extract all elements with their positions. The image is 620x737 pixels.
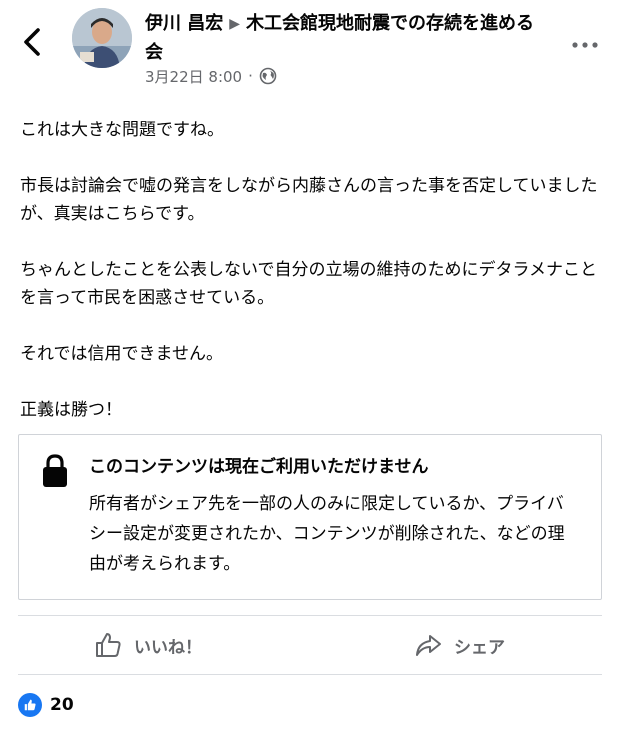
notice-title: このコンテンツは現在ご利用いただけません (89, 457, 429, 477)
unavailable-content-card: このコンテンツは現在ご利用いただけません 所有者がシェア先を一部の人のみに限定し… (18, 434, 602, 600)
post-paragraph: 正義は勝つ！ (20, 400, 122, 420)
reaction-summary[interactable]: 20 (18, 692, 74, 718)
share-button[interactable]: シェア (414, 616, 505, 674)
action-bar: いいね！ シェア (18, 616, 602, 674)
post-title: 伊川 昌宏 ▶ 木工会館現地耐震での存続を進める会 (145, 10, 545, 67)
post-paragraph: ちゃんとしたことを公表しないで自分の立場の維持のためにデタラメナことを言って市民… (20, 260, 597, 308)
post-header: 伊川 昌宏 ▶ 木工会館現地耐震での存続を進める会 3月22日 8:00 · (0, 0, 620, 96)
globe-icon (259, 67, 277, 85)
like-label: いいね！ (134, 637, 202, 658)
like-button[interactable]: いいね！ (94, 616, 202, 674)
like-reaction-icon (18, 693, 42, 717)
more-options-icon[interactable] (570, 36, 600, 48)
notice-body: 所有者がシェア先を一部の人のみに限定しているか、プライバシー設定が変更されたか、… (89, 494, 565, 574)
avatar[interactable] (72, 8, 132, 68)
thumbs-up-icon (96, 633, 121, 657)
lock-icon (40, 453, 70, 489)
post-paragraph: 市長は討論会で嘘の発言をしながら内藤さんの言った事を否定していましたが、真実はこ… (20, 176, 598, 224)
share-label: シェア (454, 637, 505, 658)
divider (18, 674, 602, 675)
post-paragraph: それでは信用できません。 (20, 344, 223, 364)
reaction-count: 20 (50, 695, 74, 715)
post-meta: 3月22日 8:00 · (145, 66, 277, 86)
post-body: これは大きな問題ですね。 市長は討論会で嘘の発言をしながら内藤さんの言った事を否… (20, 116, 600, 452)
author-name[interactable]: 伊川 昌宏 (145, 13, 223, 34)
timestamp[interactable]: 3月22日 8:00 (145, 66, 242, 87)
share-arrow-icon (416, 635, 441, 656)
meta-separator: · (248, 67, 253, 85)
post-paragraph: これは大きな問題ですね。 (20, 120, 224, 140)
arrow-right-icon: ▶ (229, 16, 241, 32)
back-chevron-icon[interactable] (18, 22, 48, 62)
